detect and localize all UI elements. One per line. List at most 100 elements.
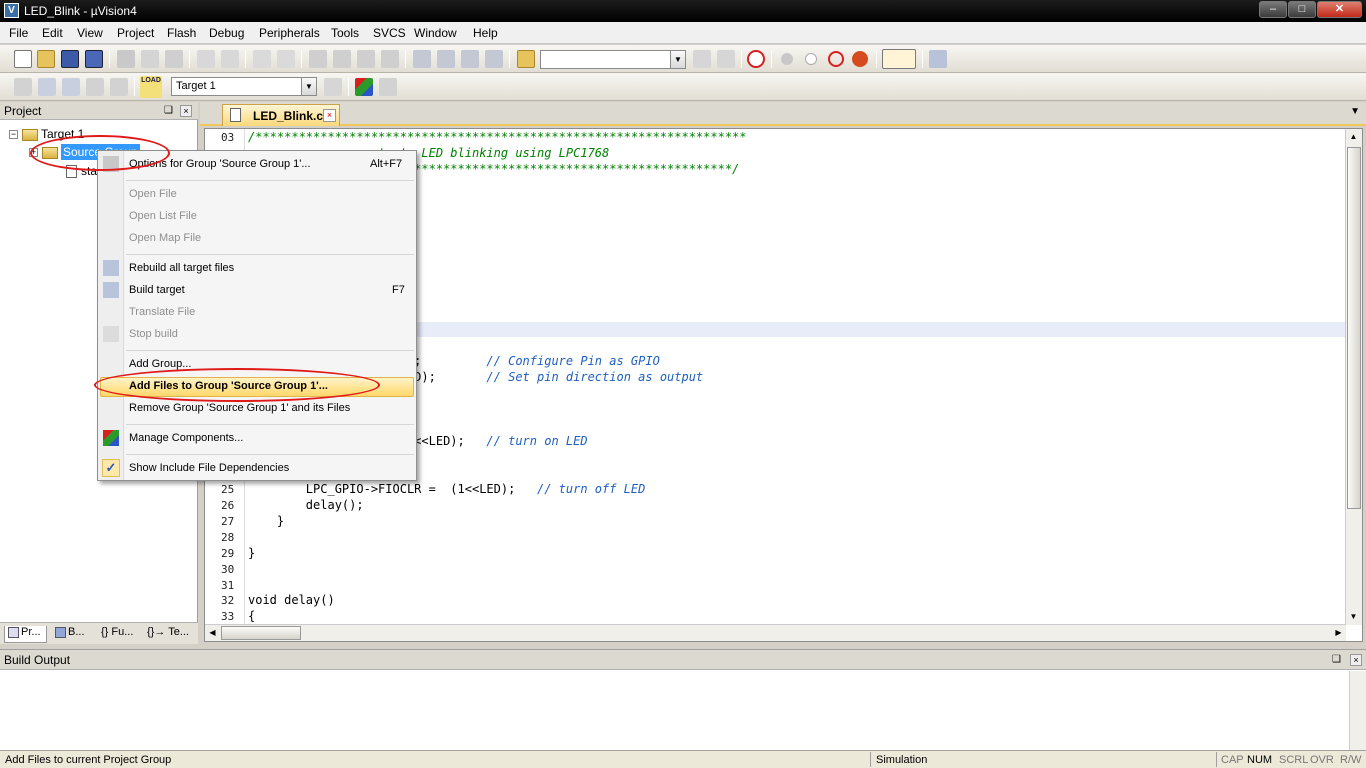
menu-peripherals[interactable]: Peripherals: [259, 26, 320, 40]
scroll-left-icon[interactable]: ◀: [205, 625, 220, 641]
menu-edit[interactable]: Edit: [42, 26, 63, 40]
menu-manage-components[interactable]: Manage Components...: [129, 432, 243, 444]
tab-books[interactable]: B...: [52, 626, 92, 643]
search-combo[interactable]: ▼: [540, 50, 686, 69]
target-options-icon[interactable]: [324, 78, 342, 96]
download-icon[interactable]: LOAD: [140, 76, 162, 98]
vertical-scrollbar[interactable]: ▲ ▼: [1345, 129, 1362, 625]
unindent-icon[interactable]: [437, 50, 455, 68]
manage-components-icon[interactable]: [355, 78, 373, 96]
save-icon[interactable]: [61, 50, 79, 68]
paste-icon[interactable]: [165, 50, 183, 68]
bookmark-clear-icon[interactable]: [381, 50, 399, 68]
line-number: 26: [221, 499, 235, 512]
bookmark-next-icon[interactable]: [357, 50, 375, 68]
menu-help[interactable]: Help: [473, 26, 498, 40]
batch-build-icon[interactable]: [86, 78, 104, 96]
tab-templates[interactable]: {}→ Te...: [144, 626, 194, 643]
build-toolbar: LOAD Target 1 ▼: [0, 73, 1366, 101]
menu-open-file[interactable]: Open File: [129, 188, 177, 200]
close-icon[interactable]: ×: [180, 105, 192, 117]
menu-build-target[interactable]: Build target: [129, 284, 185, 296]
close-icon[interactable]: ×: [323, 109, 336, 122]
build-output-header: Build Output ❑ ×: [0, 650, 1366, 670]
configure-icon[interactable]: [929, 50, 947, 68]
menu-file[interactable]: File: [9, 26, 28, 40]
pin-icon[interactable]: ❑: [164, 105, 173, 116]
cut-icon[interactable]: [117, 50, 135, 68]
redo-icon[interactable]: [221, 50, 239, 68]
tab-functions[interactable]: {} Fu...: [98, 626, 142, 643]
navigate-back-icon[interactable]: [253, 50, 271, 68]
bookmark-prev-icon[interactable]: [333, 50, 351, 68]
copy-icon[interactable]: [141, 50, 159, 68]
menu-rebuild-all[interactable]: Rebuild all target files: [129, 262, 234, 274]
save-all-icon[interactable]: [85, 50, 103, 68]
menu-show-include-deps[interactable]: Show Include File Dependencies: [129, 462, 289, 474]
chevron-down-icon[interactable]: ▼: [301, 78, 316, 95]
menu-view[interactable]: View: [77, 26, 103, 40]
disable-breakpoint-icon[interactable]: [805, 53, 817, 65]
project-panel-tabs: Pr... B... {} Fu... {}→ Te...: [0, 622, 198, 644]
debug-session-icon[interactable]: [747, 50, 765, 68]
navigate-forward-icon[interactable]: [277, 50, 295, 68]
title-bar: V LED_Blink - µVision4 – □ ✕: [0, 0, 1366, 22]
pin-icon[interactable]: ❑: [1332, 654, 1341, 665]
disable-all-breakpoints-icon[interactable]: [828, 51, 844, 67]
vertical-scrollbar[interactable]: [1349, 671, 1366, 751]
kill-breakpoints-icon[interactable]: [852, 51, 868, 67]
menu-debug[interactable]: Debug: [209, 26, 244, 40]
tab-project[interactable]: Pr...: [4, 626, 47, 643]
tab-led-blink[interactable]: LED_Blink.c ×: [222, 104, 340, 126]
close-icon[interactable]: ×: [1350, 654, 1362, 666]
menu-translate-file[interactable]: Translate File: [129, 306, 195, 318]
scroll-up-icon[interactable]: ▲: [1346, 129, 1361, 145]
scroll-down-icon[interactable]: ▼: [1346, 609, 1361, 625]
select-packs-icon[interactable]: [379, 78, 397, 96]
menu-add-group[interactable]: Add Group...: [129, 358, 191, 370]
minimize-button[interactable]: –: [1259, 1, 1287, 18]
chevron-down-icon[interactable]: ▼: [1350, 106, 1360, 117]
scrollbar-thumb[interactable]: [221, 626, 301, 640]
open-file-icon[interactable]: [37, 50, 55, 68]
collapse-icon[interactable]: −: [9, 130, 18, 140]
line-number: 32: [221, 594, 235, 607]
find-icon[interactable]: [693, 50, 711, 68]
project-panel-header: Project ❑ ×: [0, 102, 198, 120]
rebuild-icon[interactable]: [62, 78, 80, 96]
menu-flash[interactable]: Flash: [167, 26, 196, 40]
close-button[interactable]: ✕: [1317, 1, 1362, 18]
scrollbar-thumb[interactable]: [1347, 147, 1361, 509]
menu-open-map-file[interactable]: Open Map File: [129, 232, 201, 244]
manage-components-icon: [103, 430, 119, 446]
build-icon[interactable]: [38, 78, 56, 96]
target-select[interactable]: Target 1 ▼: [171, 77, 317, 96]
menu-window[interactable]: Window: [414, 26, 457, 40]
rebuild-icon: [103, 260, 119, 276]
find-in-files-icon[interactable]: [517, 50, 535, 68]
undo-icon[interactable]: [197, 50, 215, 68]
bookmark-icon[interactable]: [309, 50, 327, 68]
menu-remove-group[interactable]: Remove Group 'Source Group 1' and its Fi…: [129, 402, 350, 414]
project-tab-icon: [8, 626, 19, 638]
menu-project[interactable]: Project: [117, 26, 154, 40]
chevron-down-icon[interactable]: ▼: [670, 51, 685, 68]
tab-project-label: Pr...: [21, 626, 41, 638]
translate-icon[interactable]: [14, 78, 32, 96]
menu-open-list-file[interactable]: Open List File: [129, 210, 197, 222]
uncomment-icon[interactable]: [485, 50, 503, 68]
menu-tools[interactable]: Tools: [331, 26, 359, 40]
books-icon: [55, 626, 66, 638]
window-layout-icon[interactable]: [882, 49, 916, 69]
menu-svcs[interactable]: SVCS: [373, 26, 406, 40]
comment-icon[interactable]: [461, 50, 479, 68]
new-file-icon[interactable]: [14, 50, 32, 68]
stop-build-icon[interactable]: [110, 78, 128, 96]
scroll-right-icon[interactable]: ▶: [1331, 625, 1346, 641]
breakpoint-icon[interactable]: [781, 53, 793, 65]
incremental-find-icon[interactable]: [717, 50, 735, 68]
indent-icon[interactable]: [413, 50, 431, 68]
menu-stop-build[interactable]: Stop build: [129, 328, 178, 340]
maximize-button[interactable]: □: [1288, 1, 1316, 18]
horizontal-scrollbar[interactable]: ◀ ▶: [205, 624, 1346, 641]
